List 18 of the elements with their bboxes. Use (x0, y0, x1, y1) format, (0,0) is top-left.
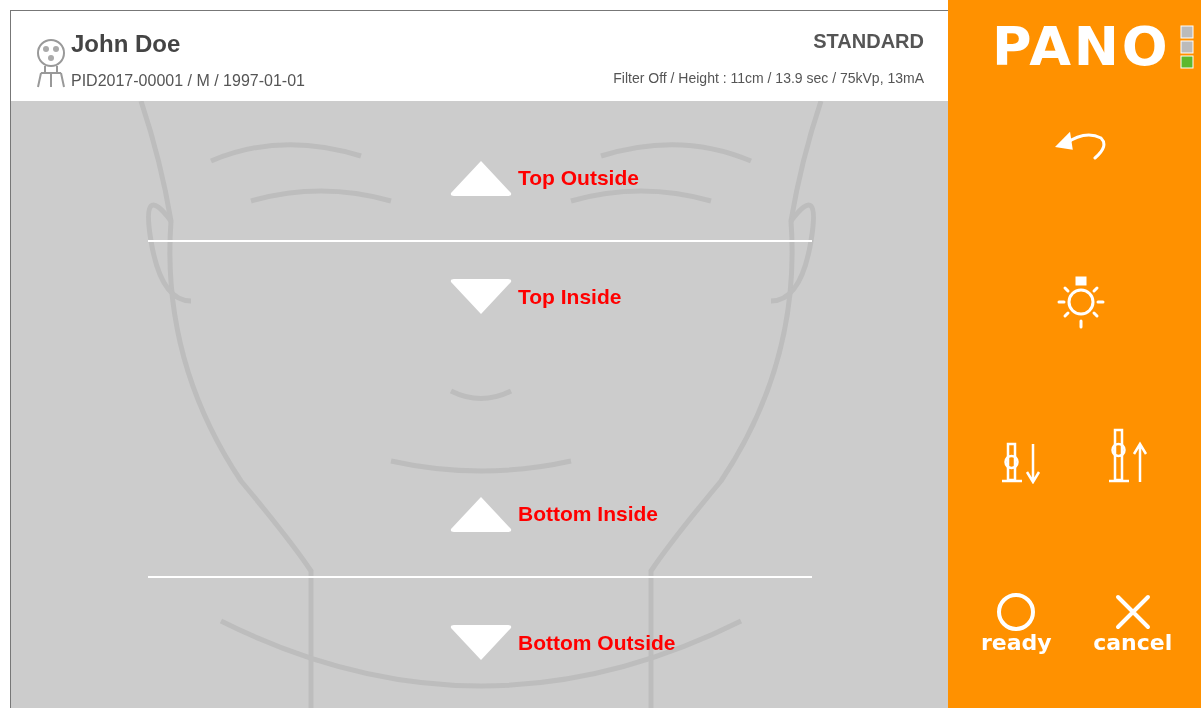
up-triangle-button[interactable] (449, 495, 513, 533)
protocol-parameters: Filter Off / Height : 11cm / 13.9 sec / 75kVp, 13mA (613, 69, 924, 88)
action-button[interactable]: cancel (1087, 592, 1178, 654)
guide-label: Bottom Inside (518, 501, 658, 528)
patient-info: PID2017-00001 / M / 1997-01-01 (71, 71, 305, 91)
mode-logo: PANO (992, 20, 1171, 74)
down-triangle-button[interactable] (449, 278, 513, 316)
patient-name: John Doe (71, 29, 182, 59)
column-up-icon[interactable] (1106, 428, 1149, 484)
protocol-mode: STANDARD (813, 29, 924, 54)
status-indicator-icon (1180, 25, 1195, 69)
guide-label: Bottom Outside (518, 630, 676, 657)
down-triangle-button[interactable] (449, 624, 513, 662)
up-triangle-button[interactable] (449, 159, 513, 197)
circle-icon (996, 592, 1037, 632)
guide-label: Top Inside (518, 284, 622, 311)
guide-label: Top Outside (518, 165, 639, 192)
action-button[interactable]: ready (971, 592, 1062, 654)
